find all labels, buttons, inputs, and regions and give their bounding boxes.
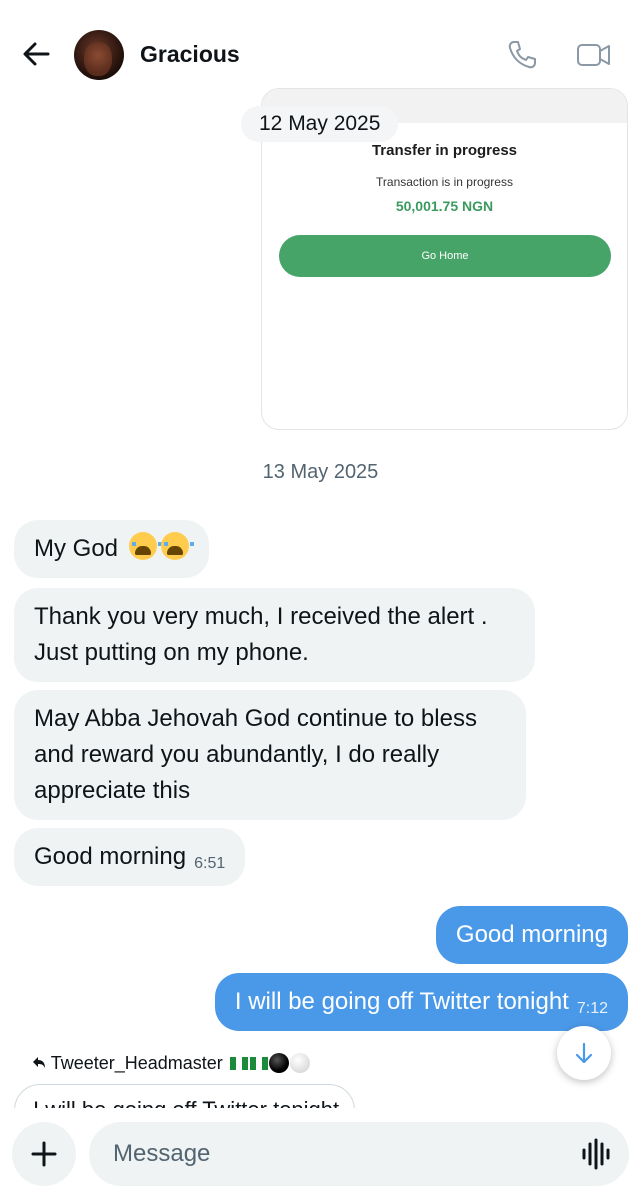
incoming-message[interactable]: May Abba Jehovah God continue to bless a…: [14, 690, 526, 820]
date-separator: 13 May 2025: [262, 461, 379, 483]
message-input[interactable]: [89, 1122, 629, 1186]
outgoing-message[interactable]: Good morning: [435, 906, 628, 964]
nigeria-flag-icon: [249, 1057, 268, 1070]
message-text: My God: [34, 535, 119, 562]
reply-preview-text: I will be going off Twitter tonight: [14, 1084, 355, 1108]
back-arrow-icon[interactable]: [20, 38, 52, 70]
white-circle-icon: [289, 1053, 310, 1073]
message-composer: [0, 1108, 641, 1200]
transfer-amount: 50,001.75 NGN: [395, 198, 494, 214]
outgoing-message[interactable]: I will be going off Twitter tonight 7:12: [214, 973, 628, 1031]
reply-context: Tweeter_Headmaster: [32, 1053, 310, 1074]
phone-icon[interactable]: [505, 38, 539, 72]
voice-message-button[interactable]: [578, 1138, 614, 1170]
incoming-message[interactable]: Thank you very much, I received the aler…: [14, 588, 535, 682]
message-time: 7:12: [576, 1000, 608, 1017]
message-text-line: Just putting on my phone.: [34, 639, 309, 666]
crying-emoji-icon: [128, 532, 162, 560]
contact-name[interactable]: Gracious: [140, 41, 240, 68]
add-attachment-button[interactable]: [12, 1122, 76, 1186]
message-text: I will be going off Twitter tonight: [234, 988, 569, 1015]
black-circle-icon: [268, 1053, 289, 1073]
incoming-message[interactable]: Good morning 6:51: [14, 828, 246, 886]
reply-username: Tweeter_Headmaster: [50, 1053, 223, 1073]
date-separator: 12 May 2025: [241, 106, 399, 142]
reply-icon: [33, 1057, 45, 1068]
message-time: 6:51: [194, 855, 226, 872]
avatar[interactable]: [74, 30, 124, 80]
crying-emoji-icon: [160, 532, 194, 560]
message-text-line: appreciate this: [34, 777, 191, 804]
waveform-icon: [582, 1138, 610, 1170]
message-text: Good morning: [455, 921, 608, 948]
nigeria-flag-icon: [229, 1057, 248, 1070]
plus-icon: [31, 1141, 57, 1167]
message-text: Good morning: [34, 843, 187, 870]
message-text-line: and reward you abundantly, I do really: [34, 741, 440, 768]
incoming-message[interactable]: My God: [14, 520, 209, 578]
scroll-to-bottom-button[interactable]: [557, 1026, 611, 1080]
go-home-button: Go Home: [279, 235, 611, 277]
transfer-subtitle: Transaction is in progress: [376, 175, 513, 189]
reply-preview[interactable]: I will be going off Twitter tonight: [14, 1084, 355, 1108]
arrow-down-icon: [575, 1042, 593, 1064]
video-icon[interactable]: [575, 38, 610, 72]
message-text-line: Thank you very much, I received the aler…: [34, 603, 488, 630]
transfer-title: Transfer in progress: [371, 142, 518, 159]
message-text-line: May Abba Jehovah God continue to bless: [34, 705, 477, 732]
